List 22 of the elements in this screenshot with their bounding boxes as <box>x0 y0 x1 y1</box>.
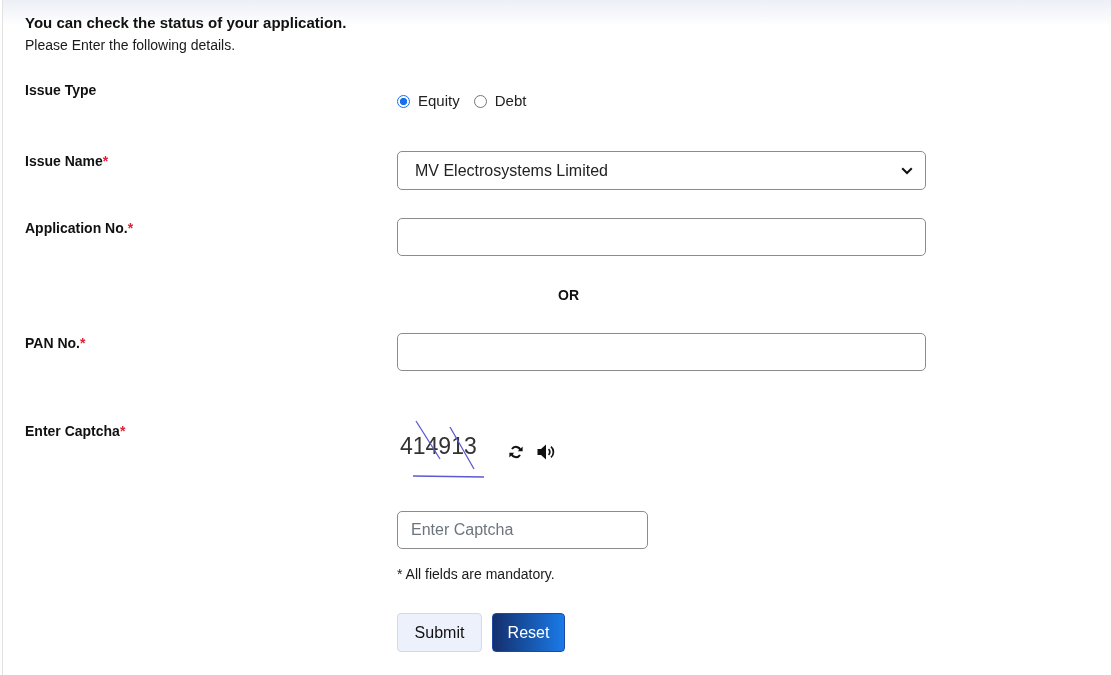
speaker-icon[interactable] <box>537 444 557 460</box>
reset-button[interactable]: Reset <box>492 613 565 652</box>
separator-text: OR <box>558 286 579 305</box>
page-title: You can check the status of your application. <box>25 14 347 32</box>
radio-label[interactable]: Debt <box>494 91 527 111</box>
submit-button[interactable]: Submit <box>397 613 482 652</box>
dropdown-select[interactable]: MV Electrosystems Limited <box>397 151 926 190</box>
field-label: Issue Type <box>25 81 97 100</box>
radio-button[interactable] <box>473 94 487 108</box>
field-label: Application No.* <box>25 219 134 238</box>
field-label: Enter Captcha* <box>25 422 126 441</box>
instruction-text: Please Enter the following details. <box>25 36 236 54</box>
captcha-input-field[interactable]: Enter Captcha <box>397 511 648 549</box>
refresh-icon[interactable] <box>509 445 523 459</box>
field-label: PAN No.* <box>25 334 86 353</box>
radio-label[interactable]: Equity <box>418 91 460 111</box>
text-input-field[interactable] <box>397 218 926 256</box>
chevron-down-icon <box>901 166 913 175</box>
field-label: Issue Name* <box>25 152 109 171</box>
radio-button[interactable] <box>397 94 410 108</box>
text-input-field[interactable] <box>397 333 926 371</box>
mandatory-note: * All fields are mandatory. <box>397 565 555 583</box>
